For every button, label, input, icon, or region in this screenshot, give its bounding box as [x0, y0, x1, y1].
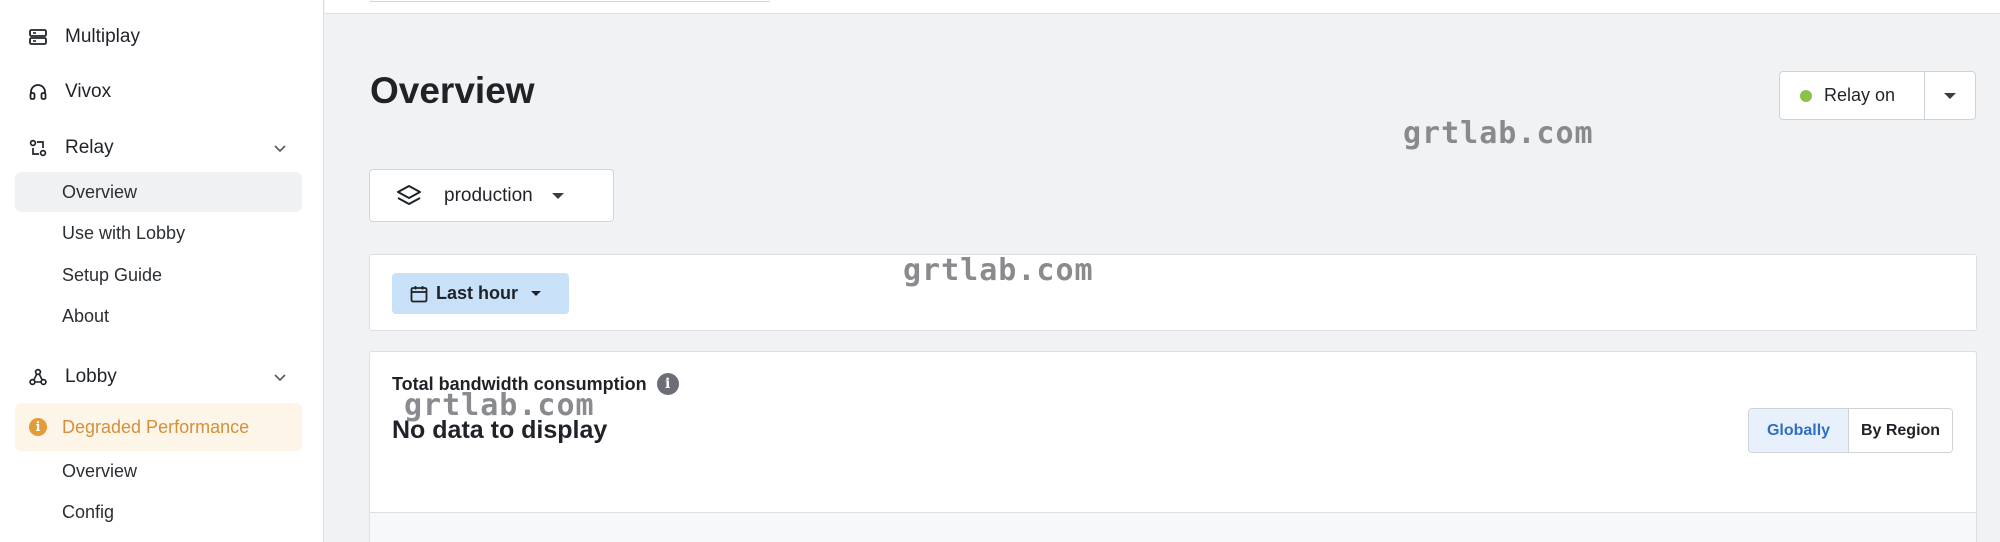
- chevron-down-icon: [274, 145, 286, 153]
- time-range-button[interactable]: Last hour: [392, 273, 569, 314]
- watermark: grtlab.com: [1403, 116, 1594, 151]
- caret-down-icon: [531, 291, 542, 296]
- degraded-label: Degraded Performance: [62, 416, 250, 437]
- relay-status-button[interactable]: Relay on: [1780, 72, 1925, 119]
- degraded-performance-banner[interactable]: i Degraded Performance: [15, 403, 302, 451]
- relay-status-label: Relay on: [1824, 85, 1896, 105]
- sidebar-item-vivox[interactable]: Vivox: [15, 72, 302, 112]
- calendar-icon: [410, 285, 428, 302]
- lobby-icon: [27, 366, 49, 388]
- environment-value: production: [444, 184, 533, 206]
- sidebar-lobby-overview[interactable]: Overview: [15, 451, 302, 491]
- time-filter-card: Last hour: [369, 254, 1977, 331]
- sidebar-item-multiplay[interactable]: Multiplay: [15, 17, 302, 57]
- layers-icon: [397, 184, 421, 205]
- sidebar-relay-use-with-lobby[interactable]: Use with Lobby: [15, 213, 302, 253]
- bandwidth-card: Total bandwidth consumption i No data to…: [369, 351, 1977, 542]
- page-title: Overview: [370, 70, 535, 111]
- relay-icon: [27, 137, 49, 159]
- sidebar: Multiplay Vivox Relay Overview Use with …: [0, 0, 324, 542]
- sidebar-relay-overview[interactable]: Overview: [15, 172, 302, 212]
- server-icon: [27, 26, 49, 48]
- toggle-globally[interactable]: Globally: [1749, 409, 1849, 452]
- sidebar-item-lobby[interactable]: Lobby: [15, 357, 302, 397]
- card-footer: [370, 512, 1976, 542]
- toggle-by-region[interactable]: By Region: [1849, 409, 1952, 452]
- sidebar-item-relay[interactable]: Relay: [15, 128, 302, 168]
- caret-down-icon: [551, 192, 564, 199]
- top-bar-input-edge: [370, 0, 770, 2]
- relay-status-split-button: Relay on: [1779, 71, 1976, 120]
- caret-down-icon: [1944, 92, 1956, 99]
- time-range-label: Last hour: [436, 283, 519, 303]
- sidebar-relay-about[interactable]: About: [15, 296, 302, 336]
- sidebar-lobby-config[interactable]: Config: [15, 492, 302, 532]
- top-bar: [325, 0, 2000, 14]
- environment-select[interactable]: production: [369, 169, 614, 222]
- sidebar-item-label: Relay: [65, 137, 114, 158]
- sidebar-item-label: Vivox: [65, 81, 112, 102]
- watermark: grtlab.com: [903, 253, 1094, 288]
- info-icon[interactable]: i: [656, 373, 679, 395]
- sidebar-item-label: Multiplay: [65, 26, 140, 47]
- watermark: grtlab.com: [404, 388, 595, 423]
- info-icon: i: [29, 418, 47, 436]
- headset-icon: [27, 81, 49, 103]
- chevron-down-icon: [274, 374, 286, 382]
- scope-toggle: Globally By Region: [1748, 408, 1953, 453]
- status-dot: [1800, 89, 1812, 102]
- relay-options-dropdown[interactable]: [1925, 72, 1975, 119]
- sidebar-relay-setup-guide[interactable]: Setup Guide: [15, 255, 302, 295]
- sidebar-item-label: Lobby: [65, 366, 117, 387]
